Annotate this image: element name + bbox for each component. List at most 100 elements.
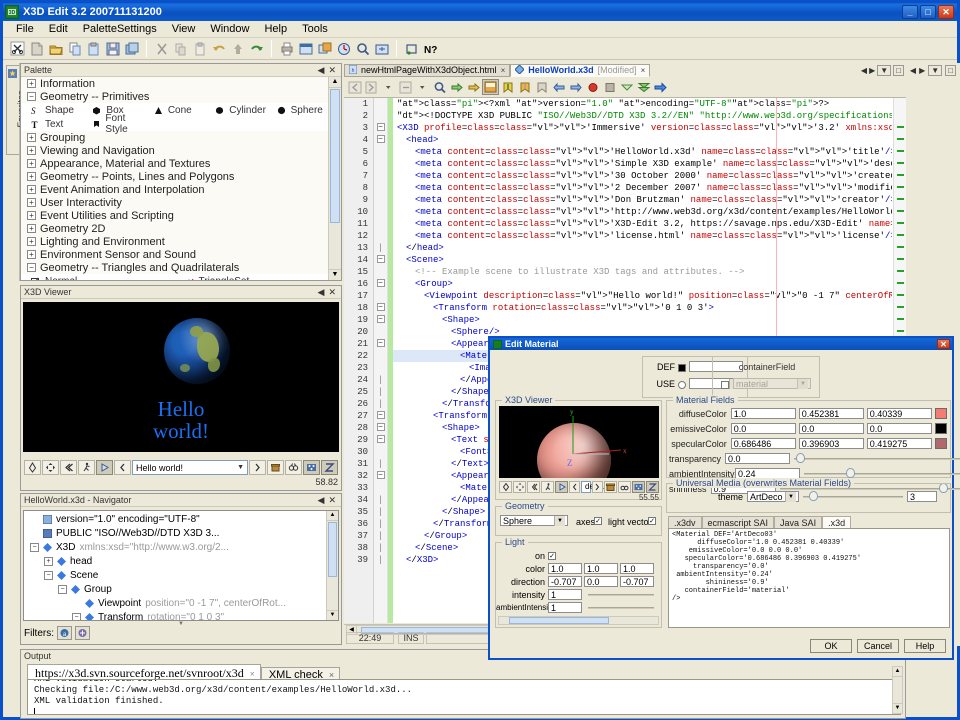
navigator-tree-node[interactable]: −X3Dxmlns:xsd="http://www.w3.org/2... — [24, 540, 326, 554]
navigator-tree-node[interactable]: version="1.0" encoding="UTF-8" — [24, 512, 326, 526]
editor-tab-html[interactable]: h newHtmlPageWithX3dObject.html × — [344, 64, 510, 77]
menu-window[interactable]: Window — [203, 21, 256, 37]
code-line[interactable]: </head> — [393, 242, 892, 254]
back-view-icon[interactable] — [114, 460, 131, 475]
look-icon[interactable] — [285, 460, 302, 475]
toggle-breakpoint-icon[interactable] — [584, 79, 601, 95]
code-fold-toggle[interactable]: − — [374, 434, 387, 446]
palette-item-text[interactable]: TText — [21, 119, 83, 130]
palette-item-cylinder[interactable]: Cylinder — [205, 105, 266, 116]
search-icon[interactable] — [353, 40, 372, 58]
material-field-value-3[interactable] — [867, 423, 932, 434]
stop-icon[interactable] — [601, 79, 618, 95]
color-swatch-emissivecolor[interactable] — [935, 423, 947, 434]
forward-icon[interactable] — [363, 79, 380, 95]
scroll-down-arrow[interactable]: ▼ — [329, 269, 341, 280]
collapse-icon[interactable]: − — [30, 543, 39, 552]
error-stripe-mark[interactable] — [897, 246, 904, 248]
window-group-icon[interactable] — [315, 40, 334, 58]
error-stripe-mark[interactable] — [897, 174, 904, 176]
material-field-value-2[interactable] — [799, 438, 864, 449]
code-line[interactable]: "dt"><!DOCTYPE X3D PUBLIC "ISO//Web3D//D… — [393, 110, 892, 122]
copy2-icon[interactable] — [171, 40, 190, 58]
collapse-icon[interactable]: − — [58, 585, 67, 594]
cut-icon[interactable] — [152, 40, 171, 58]
palette-category-information[interactable]: +Information — [21, 77, 328, 90]
play-icon[interactable] — [96, 460, 113, 475]
code-fold-toggle[interactable]: − — [374, 302, 387, 314]
material-field-value-3[interactable] — [867, 408, 932, 419]
container-field-checkbox[interactable] — [721, 381, 729, 389]
code-fold-toggle[interactable]: − — [374, 254, 387, 266]
light-color-g[interactable] — [584, 563, 618, 574]
save-icon[interactable] — [103, 40, 122, 58]
navigator-tree-node[interactable]: −Scene — [24, 568, 326, 582]
code-fold-toggle[interactable]: | — [374, 398, 387, 410]
collapse-all-folds-icon[interactable] — [635, 79, 652, 95]
code-fold-toggle[interactable]: − — [374, 338, 387, 350]
menu-file[interactable]: File — [9, 21, 41, 37]
play-icon[interactable] — [555, 481, 568, 493]
material-field-value-1[interactable] — [731, 423, 796, 434]
material-field-slider-transparency[interactable] — [794, 453, 960, 464]
palette-category-event-utilities-and-scripting[interactable]: +Event Utilities and Scripting — [21, 209, 328, 222]
code-line[interactable]: <meta content=class=class="vl">"vl">'htt… — [393, 206, 892, 218]
error-stripe-mark[interactable] — [897, 330, 904, 332]
code-fold-toggle[interactable]: − — [374, 122, 387, 134]
expand-icon[interactable]: + — [27, 146, 36, 155]
copy-icon[interactable] — [65, 40, 84, 58]
fit-icon[interactable] — [632, 481, 645, 493]
expand-icon[interactable]: + — [27, 250, 36, 259]
filter-attributes-icon[interactable]: a — [57, 626, 72, 640]
paste-icon[interactable] — [84, 40, 103, 58]
walk-icon[interactable] — [541, 481, 554, 493]
material-field-value-2[interactable] — [799, 408, 864, 419]
fit-icon[interactable] — [303, 460, 320, 475]
code-fold-toggle[interactable]: | — [374, 386, 387, 398]
code-line[interactable]: <meta content=class=class="vl">"vl">'Sim… — [393, 158, 892, 170]
bookmark-next-icon[interactable] — [516, 79, 533, 95]
scroll-down-arrow[interactable]: ▼ — [327, 610, 338, 620]
redo-icon[interactable] — [247, 40, 266, 58]
code-fold-toggle[interactable]: | — [374, 242, 387, 254]
last-edit-icon[interactable] — [397, 79, 414, 95]
error-stripe-mark[interactable] — [897, 138, 904, 140]
next-view-icon[interactable] — [592, 481, 603, 493]
code-fold-toggle[interactable]: − — [374, 134, 387, 146]
navigator-tree-node[interactable]: PUBLIC "ISO//Web3D//DTD X3D 3... — [24, 526, 326, 540]
collapse-icon[interactable]: − — [27, 263, 36, 272]
filter-nodes-icon[interactable] — [75, 626, 90, 640]
menu-tools[interactable]: Tools — [295, 21, 335, 37]
walk-icon[interactable] — [78, 460, 95, 475]
scroll-thumb[interactable] — [328, 522, 337, 577]
collapse-icon[interactable]: − — [72, 613, 81, 622]
geometry-shape-combo[interactable]: Sphere ▼ — [500, 515, 568, 526]
code-line[interactable]: <meta content=class=class="vl">"vl">'30 … — [393, 170, 892, 182]
scroll-left-icon[interactable]: ◀ — [910, 66, 916, 75]
expand-icon[interactable]: + — [27, 211, 36, 220]
attach-icon[interactable] — [402, 40, 421, 58]
scroll-up-arrow[interactable]: ▲ — [329, 77, 341, 88]
light-ambient-intensity-input[interactable] — [548, 602, 582, 613]
palette-item-normal[interactable]: Normal — [21, 276, 175, 281]
navigator-tree-node[interactable]: −Transformrotation="0 1 0 3" — [24, 610, 326, 621]
code-line[interactable]: <!-- Example scene to illustrate X3D tag… — [393, 266, 892, 278]
expand-icon[interactable]: + — [27, 224, 36, 233]
light-intensity-input[interactable] — [548, 589, 582, 600]
palette-category-geometry-points-lines-and-polygons[interactable]: +Geometry -- Points, Lines and Polygons — [21, 170, 328, 183]
pan-icon[interactable] — [513, 481, 526, 493]
code-fold-toggle[interactable]: | — [374, 506, 387, 518]
code-line[interactable]: <meta content=class=class="vl">"vl">'X3D… — [393, 218, 892, 230]
menu-view[interactable]: View — [165, 21, 203, 37]
code-fold-toggle[interactable]: | — [374, 518, 387, 530]
code-line[interactable]: <Viewpoint description=class="vl">"Hello… — [393, 290, 892, 302]
code-fold-toggle[interactable]: − — [374, 314, 387, 326]
light-vector-checkbox[interactable] — [648, 517, 656, 525]
code-fold-column[interactable]: −−|−−−−−|||−−−|−|||||| — [374, 98, 388, 623]
code-line[interactable]: "at">class="pi"><?xml "at">version="1.0"… — [393, 98, 892, 110]
code-fold-toggle[interactable]: | — [374, 458, 387, 470]
tab-list-icon[interactable]: ▼ — [877, 65, 891, 76]
help-button[interactable]: Help — [904, 639, 946, 653]
code-line[interactable]: <meta content=class=class="vl">"vl">'2 D… — [393, 182, 892, 194]
menu-palettesettings[interactable]: PaletteSettings — [76, 21, 164, 37]
